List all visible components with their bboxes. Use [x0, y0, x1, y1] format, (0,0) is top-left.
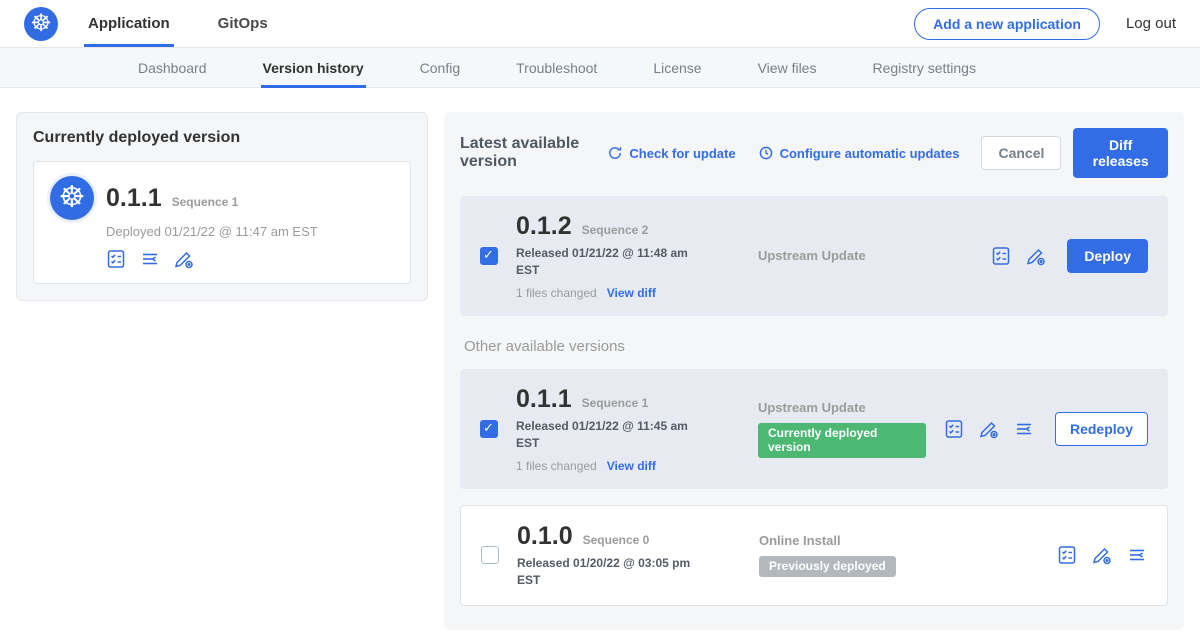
tab-application[interactable]: Application: [84, 0, 174, 47]
released-timestamp: Released 01/21/22 @ 11:45 am EST: [516, 418, 702, 453]
sequence-label: Sequence 2: [582, 223, 649, 237]
latest-version-title: Latest available version: [460, 135, 591, 171]
logout-link[interactable]: Log out: [1126, 15, 1176, 32]
files-changed-label: 1 files changed: [516, 286, 597, 300]
files-changed-label: 1 files changed: [516, 459, 597, 473]
subnav-tab-view-files[interactable]: View files: [756, 48, 819, 87]
latest-version-header: Latest available version Check for updat…: [460, 128, 1168, 178]
version-row: 0.1.2 Sequence 2 Released 01/21/22 @ 11:…: [460, 196, 1168, 316]
currently-deployed-title: Currently deployed version: [33, 129, 411, 147]
version-checkbox[interactable]: [480, 247, 498, 265]
view-diff-link[interactable]: View diff: [607, 286, 656, 300]
subnav-tab-registry-settings[interactable]: Registry settings: [870, 48, 977, 87]
cancel-button[interactable]: Cancel: [981, 136, 1061, 170]
version-source-label: Upstream Update: [758, 400, 926, 415]
version-source-label: Online Install: [759, 533, 1039, 548]
previously-deployed-badge: Previously deployed: [759, 556, 896, 577]
subnav-tab-version-history[interactable]: Version history: [261, 48, 366, 87]
deploy-button[interactable]: Deploy: [1067, 239, 1148, 273]
subnav-tab-license[interactable]: License: [651, 48, 703, 87]
sequence-label: Sequence 0: [583, 533, 650, 547]
version-row: 0.1.0 Sequence 0 Released 01/20/22 @ 03:…: [460, 505, 1168, 607]
deployed-version-number: 0.1.1: [106, 184, 162, 213]
released-timestamp: Released 01/21/22 @ 11:48 am EST: [516, 245, 702, 280]
preflight-checks-icon[interactable]: [991, 246, 1011, 266]
main-content: Currently deployed version ☸ 0.1.1 Seque…: [0, 88, 1200, 634]
preflight-checks-icon[interactable]: [1057, 545, 1077, 565]
other-versions-title: Other available versions: [464, 338, 1164, 355]
edit-config-icon[interactable]: [174, 249, 194, 269]
version-number: 0.1.2: [516, 212, 572, 241]
currently-deployed-badge: Currently deployed version: [758, 423, 926, 458]
configure-automatic-updates-link[interactable]: Configure automatic updates: [758, 145, 960, 161]
kubernetes-logo-icon: ☸: [24, 7, 58, 41]
currently-deployed-card: Currently deployed version ☸ 0.1.1 Seque…: [16, 112, 428, 301]
subnav-tab-config[interactable]: Config: [418, 48, 462, 87]
version-number: 0.1.0: [517, 522, 573, 551]
edit-config-icon[interactable]: [1092, 545, 1112, 565]
subnav-tab-troubleshoot[interactable]: Troubleshoot: [514, 48, 599, 87]
top-navbar: ☸ Application GitOps Add a new applicati…: [0, 0, 1200, 48]
version-checkbox[interactable]: [480, 420, 498, 438]
deployed-timestamp: Deployed 01/21/22 @ 11:47 am EST: [106, 224, 394, 239]
app-subnav: Dashboard Version history Config Trouble…: [0, 48, 1200, 88]
diff-releases-button[interactable]: Diff releases: [1073, 128, 1168, 178]
released-timestamp: Released 01/20/22 @ 03:05 pm EST: [517, 555, 703, 590]
tab-gitops[interactable]: GitOps: [214, 0, 272, 47]
view-diff-link[interactable]: View diff: [607, 459, 656, 473]
sequence-label: Sequence 1: [582, 396, 649, 410]
subnav-tab-dashboard[interactable]: Dashboard: [136, 48, 209, 87]
version-checkbox[interactable]: [481, 546, 499, 564]
refresh-icon: [607, 145, 623, 161]
deployed-sequence-label: Sequence 1: [172, 195, 239, 209]
clock-icon: [758, 145, 774, 161]
deploy-logs-icon[interactable]: [1014, 419, 1034, 439]
version-number: 0.1.1: [516, 385, 572, 414]
version-row: 0.1.1 Sequence 1 Released 01/21/22 @ 11:…: [460, 369, 1168, 489]
app-logo-icon: ☸: [50, 176, 94, 220]
preflight-checks-icon[interactable]: [944, 419, 964, 439]
version-history-panel: Latest available version Check for updat…: [444, 112, 1184, 630]
edit-config-icon[interactable]: [979, 419, 999, 439]
edit-config-icon[interactable]: [1026, 246, 1046, 266]
preflight-checks-icon[interactable]: [106, 249, 126, 269]
deployed-version-card: ☸ 0.1.1 Sequence 1 Deployed 01/21/22 @ 1…: [33, 161, 411, 284]
check-for-update-link[interactable]: Check for update: [607, 145, 735, 161]
deploy-logs-icon[interactable]: [140, 249, 160, 269]
version-source-label: Upstream Update: [758, 248, 973, 263]
deploy-logs-icon[interactable]: [1127, 545, 1147, 565]
redeploy-button[interactable]: Redeploy: [1055, 412, 1148, 446]
add-application-button[interactable]: Add a new application: [914, 8, 1100, 40]
